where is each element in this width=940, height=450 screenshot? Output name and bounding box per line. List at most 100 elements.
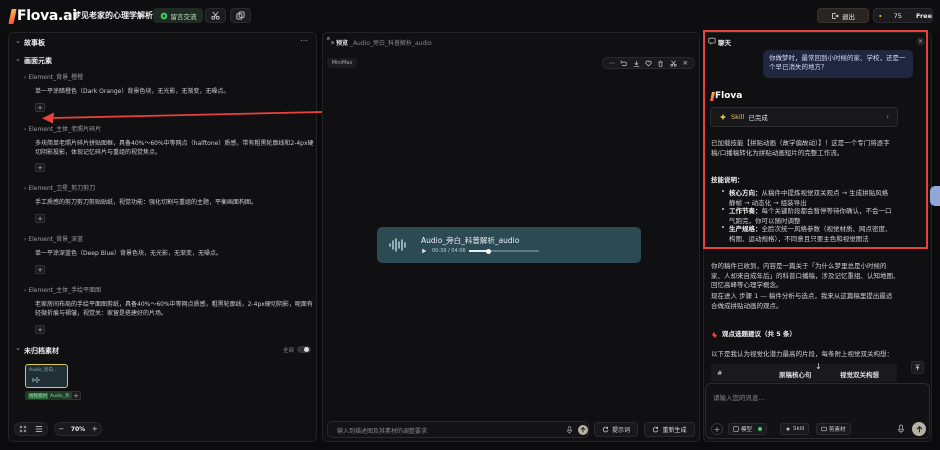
logout-button[interactable]: 退出 (817, 8, 869, 23)
element-item[interactable]: › Element_背景_深蓝 (24, 234, 314, 243)
credits-box[interactable]: 75 Free (873, 8, 933, 23)
clip-icon (821, 426, 827, 432)
close-icon[interactable]: × (682, 59, 688, 67)
skill-button[interactable]: Skill (780, 423, 810, 435)
share-label: 留言交流 (170, 12, 197, 21)
element-item[interactable]: › Element_背景_橙橙 (24, 72, 314, 81)
show-all-toggle[interactable] (297, 346, 311, 353)
section-desc: 以下是我认为视觉化潜力最高的片段，每条附上视觉双关构想： (711, 350, 893, 358)
model-button[interactable]: 模型 (728, 423, 768, 435)
send-button[interactable] (578, 425, 588, 435)
clip-label: 剪素材 (829, 427, 846, 433)
add-asset-button[interactable]: + (35, 265, 45, 274)
grid-view-icon[interactable] (19, 425, 27, 433)
logout-icon (832, 12, 839, 19)
element-item[interactable]: › Element_卫星_剪刀剪刀 (24, 183, 314, 192)
add-asset-button[interactable]: + (35, 163, 45, 172)
title-separator: › (66, 10, 71, 23)
audio-progress-knob[interactable] (486, 248, 492, 254)
list-view-icon[interactable] (35, 425, 43, 433)
view-switcher[interactable] (14, 422, 48, 436)
audio-time: 00:39 / 04:06 (432, 248, 466, 254)
zoom-control: − 70% + (54, 422, 102, 436)
message-icon (160, 12, 167, 19)
regenerate-button[interactable]: 重新生成 (644, 422, 695, 437)
table-header-cell: # (717, 369, 723, 377)
table-header-cell: 原稿核心句 (779, 371, 812, 379)
project-title[interactable]: 梦见老家的心理学解析 (73, 10, 153, 21)
zoom-in-button[interactable]: + (92, 425, 98, 433)
logo-mark-icon (8, 8, 17, 24)
element-title: › Element_主体_手绘平面图 (24, 287, 102, 294)
pin-icon (711, 331, 718, 339)
preview-toolbar: ⋯ × (602, 57, 695, 69)
add-asset-button[interactable]: + (35, 325, 45, 334)
add-asset-button[interactable]: + (35, 214, 45, 223)
scroll-down-icon[interactable]: ↓ (815, 362, 822, 371)
zoom-level: 70% (70, 425, 86, 433)
heart-icon[interactable] (645, 60, 652, 67)
skill-button-label: Skill (793, 426, 805, 432)
storyboard-more-icon[interactable]: ⋯ (300, 36, 308, 45)
asset-thumbnail[interactable]: Audio_旁白... (25, 364, 68, 388)
regenerate-label: 重新生成 (662, 427, 687, 434)
tips-button[interactable]: 提示词 (594, 422, 638, 437)
chat-paragraph: 你的稿件已收到，内容是一篇关于「为什么梦里总是小时候的 家、人却来自成年后」的科普… (711, 262, 900, 289)
audio-title: Audio_旁白_科普解析_audio (421, 236, 520, 245)
preview-input[interactable]: 输入到描述图及其素材的调整要求 (327, 421, 589, 438)
scissors-icon[interactable] (670, 59, 677, 67)
element-title: › Element_背景_深蓝 (24, 236, 84, 243)
unclassified-title: 未归档素材 (24, 347, 59, 355)
expand-icon[interactable] (327, 37, 334, 44)
regenerate-icon (653, 426, 659, 433)
side-handle[interactable] (930, 186, 940, 206)
element-item[interactable]: › Element_主体_手绘平面图 (24, 285, 314, 294)
element-desc: 轻微折痕与褶皱，视觉关：家留是搭建好的片场。 (35, 310, 168, 317)
chat-mic-icon[interactable] (897, 424, 905, 434)
storyboard-title: 故事板 (24, 39, 45, 47)
element-desc: 切阴影投影，体现记忆碎片与重组的视觉焦点。 (35, 149, 162, 156)
mic-icon[interactable] (566, 426, 573, 434)
element-title: › Element_卫星_剪刀剪刀 (24, 185, 96, 192)
preview-input-placeholder: 输入到描述图及其素材的调整要求 (337, 428, 428, 435)
model-tag: MiniMax (327, 58, 357, 68)
clip-button[interactable]: 剪素材 (816, 423, 851, 435)
download-icon[interactable] (633, 60, 640, 67)
audio-player[interactable]: Audio_旁白_科普解析_audio 00:39 / 04:06 (377, 227, 641, 263)
undo-icon[interactable] (620, 59, 628, 67)
send-arrow-icon (580, 427, 586, 433)
add-unclassified-button[interactable]: + (71, 391, 81, 400)
share-button[interactable]: 留言交流 (153, 8, 203, 23)
more-icon[interactable]: ⋯ (609, 60, 615, 67)
asset-tag-type: 视频素材 (28, 392, 48, 399)
arrow-up-icon (915, 364, 920, 371)
element-title: › Element_背景_橙橙 (24, 74, 84, 81)
chat-send-icon (916, 425, 922, 432)
plan-badge: Free (915, 11, 932, 20)
model-label: 模型 (741, 427, 753, 433)
section-heading: 观点选题建议（共 5 条） (711, 330, 796, 340)
element-desc: 手工质感的剪刀剪刀剪贴贴纸，视觉功能：强化切割与重组的主题，平衡画面构图。 (35, 199, 258, 206)
attach-button[interactable]: + (711, 423, 723, 435)
scissors-button[interactable] (205, 8, 226, 23)
collapse-elements-icon[interactable]: ⌄ (15, 55, 21, 63)
skill-small-icon (785, 426, 791, 432)
preview-title: 预览 _Audio_旁白_科普解析_audio (336, 40, 432, 47)
element-desc: 单一平涂深蓝色（Deep Blue）背景色块，无光影，无渐变，无噪点。 (35, 250, 222, 257)
chat-input-placeholder: 请输入您的讯息... (713, 394, 765, 402)
asset-tag[interactable]: 视频素材 Audio_旁... (25, 391, 77, 400)
elements-section-title: 画面元素 (24, 57, 52, 65)
copy-button[interactable] (230, 8, 251, 23)
status-dot (758, 427, 763, 431)
scroll-top-button[interactable] (911, 361, 924, 374)
zoom-out-button[interactable]: − (58, 425, 64, 433)
collapse-storyboard-icon[interactable]: ⌄ (15, 37, 21, 45)
trash-icon[interactable] (657, 60, 664, 67)
audio-progress-track[interactable] (469, 248, 539, 254)
collapse-unclassified-icon[interactable]: ⌄ (15, 344, 21, 352)
refresh-icon (602, 426, 609, 433)
scissors-icon (211, 11, 220, 20)
chat-paragraph: 现在进入 步骤 1 — 稿件分析与选点，我来从这篇稿里提出最适 合做成拼贴动画的观… (711, 292, 893, 310)
chat-send-button[interactable] (912, 422, 926, 436)
play-icon[interactable] (421, 248, 427, 254)
